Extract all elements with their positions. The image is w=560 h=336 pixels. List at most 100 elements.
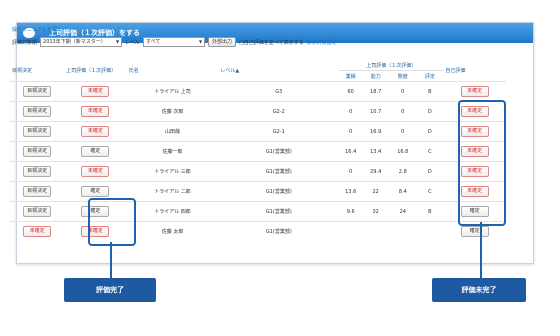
achievement-cell: 13.6 [339,181,363,202]
export-button[interactable]: 外部出力 [208,37,237,47]
period-select[interactable]: 2013年下期（新マスター） ▼ [40,37,123,47]
attitude-cell: 0 [389,81,417,102]
final-grade-cell: D [416,161,444,182]
side-by-side-checkbox[interactable]: □自己評価を並べて表示する [239,39,304,46]
attitude-cell: 0 [389,101,417,122]
ability-cell: 10.7 [362,101,390,122]
name-cell: トライアル 三郎 [126,161,219,182]
boss-eval-button[interactable]: 確定 [81,146,110,157]
level-label: レベル [125,39,141,46]
goal-status-button[interactable]: 目標決定 [23,86,52,97]
table-row: 目標決定 確定 トライアル 四郎 G1(営業部) 9.6 32 24 B 確定 [10,201,506,222]
table-row: 目標決定 未確定 トライアル 三郎 G1(営業部) 0 29.4 2.8 D 未確定 [10,161,506,182]
header-group: 上司評価（１次評価） [339,60,444,71]
name-cell: 佐藤 太郎 [126,221,219,241]
ability-cell: 32 [362,201,390,222]
level-cell: G1(営業部) [218,141,340,162]
final-grade-cell: C [416,141,444,162]
manual-link[interactable]: 操作マニュアルを開く [12,26,62,33]
attitude-cell: 16.8 [389,141,417,162]
goal-status-button[interactable]: 未確定 [23,226,52,237]
final-grade-cell [416,221,444,241]
header-name[interactable]: 氏名 [127,60,219,82]
goal-status-button[interactable]: 目標決定 [23,166,52,177]
final-grade-cell: B [416,81,444,102]
level-cell: G1(営業部) [218,221,340,241]
achievement-cell: 0 [339,121,363,142]
evaluation-table: 目標決定 上司評価（１次評価） 氏名 レベル▲ 上司評価（１次評価） 自己評価 … [10,60,506,241]
ability-cell: 29.4 [362,161,390,182]
table-row: 目標決定 未確定 佐藤 次郎 G2-2 0 10.7 0 D 未確定 [10,101,506,122]
ability-cell: 16.9 [362,121,390,142]
name-cell: 佐藤一郎 [126,141,219,162]
dropdown-arrow-icon: ▼ [198,39,203,44]
goal-status-button[interactable]: 目標決定 [23,146,52,157]
final-grade-cell: C [416,181,444,202]
boss-eval-button[interactable]: 未確定 [81,166,110,177]
achievement-cell: 9.6 [339,201,363,222]
attitude-cell: 24 [389,201,417,222]
self-eval-button[interactable]: 未確定 [460,86,489,97]
header-attitude[interactable]: 態度 [389,71,416,82]
table-row: 目標決定 確定 佐藤一郎 G1(営業部) 16.4 13.4 16.8 C 未確定 [10,141,506,162]
table-row: 未確定 未確定 佐藤 太郎 G1(営業部) 確定 [10,221,506,241]
filter-bar: 評価対象期 2013年下期（新マスター） ▼ レベル すべて ▼ 外部出力 □自… [12,37,337,47]
attitude-cell: 0 [389,121,417,142]
attitude-cell: 8.4 [389,181,417,202]
ability-cell: 22 [362,181,390,202]
ability-cell [362,221,390,241]
header-ability[interactable]: 能力 [362,71,389,82]
callout-not-done: 評価未完了 [432,278,526,302]
final-grade-cell: B [416,201,444,222]
period-select-value: 2013年下期（新マスター） [43,39,106,45]
boss-eval-button[interactable]: 未確定 [81,106,110,117]
header-goal[interactable]: 目標決定 [10,60,64,82]
name-cell: 山田哉 [126,121,219,142]
achievement-cell: 0 [339,161,363,182]
connector-line [480,222,482,278]
level-cell: G1(営業部) [218,181,340,202]
level-cell: G3 [218,81,340,102]
final-grade-cell: D [416,121,444,142]
connector-line [110,242,112,278]
attitude-cell: 2.8 [389,161,417,182]
level-cell: G2-2 [218,101,340,122]
name-cell: トライアル 二郎 [126,181,219,202]
header-level[interactable]: レベル▲ [218,60,339,82]
table-row: 目標決定 未確定 トライアル 上司 G3 60 18.7 0 B 未確定 [10,81,506,102]
achievement-cell [339,221,363,241]
callout-done: 評価完了 [64,278,156,302]
table-row: 目標決定 確定 トライアル 二郎 G1(営業部) 13.6 22 8.4 C 未確定 [10,181,506,202]
highlight-confirmed [88,198,136,246]
goal-status-button[interactable]: 目標決定 [23,186,52,197]
highlight-unconfirmed [458,100,506,226]
level-select-value: すべて [146,39,161,45]
table-body: 目標決定 未確定 トライアル 上司 G3 60 18.7 0 B 未確定 目標決定 未確定 佐藤 次郎… [10,81,506,241]
attitude-cell [389,221,417,241]
name-cell: トライアル 上司 [126,81,219,102]
header-self-eval[interactable]: 自己評価 [443,60,506,82]
goal-status-button[interactable]: 目標決定 [23,126,52,137]
display-settings-link[interactable]: 表示対象設定 [307,39,337,46]
final-grade-cell: D [416,101,444,122]
level-cell: G1(営業部) [218,161,340,182]
level-cell: G1(営業部) [218,201,340,222]
self-eval-button[interactable]: 確定 [460,226,489,237]
level-select[interactable]: すべて ▼ [143,37,206,47]
level-cell: G2-1 [218,121,340,142]
goal-status-button[interactable]: 目標決定 [23,106,52,117]
header-final[interactable]: 評定 [416,71,443,82]
ability-cell: 13.4 [362,141,390,162]
boss-eval-button[interactable]: 未確定 [81,126,110,137]
name-cell: トライアル 四郎 [126,201,219,222]
period-label: 評価対象期 [12,39,38,46]
boss-eval-button[interactable]: 確定 [81,186,110,197]
ability-cell: 18.7 [362,81,390,102]
dropdown-arrow-icon: ▼ [115,39,120,44]
achievement-cell: 0 [339,101,363,122]
header-achievement[interactable]: 業績 [339,71,362,82]
goal-status-button[interactable]: 目標決定 [23,206,52,217]
header-boss-eval[interactable]: 上司評価（１次評価） [64,60,127,82]
boss-eval-button[interactable]: 未確定 [81,86,110,97]
table-row: 目標決定 未確定 山田哉 G2-1 0 16.9 0 D 未確定 [10,121,506,142]
